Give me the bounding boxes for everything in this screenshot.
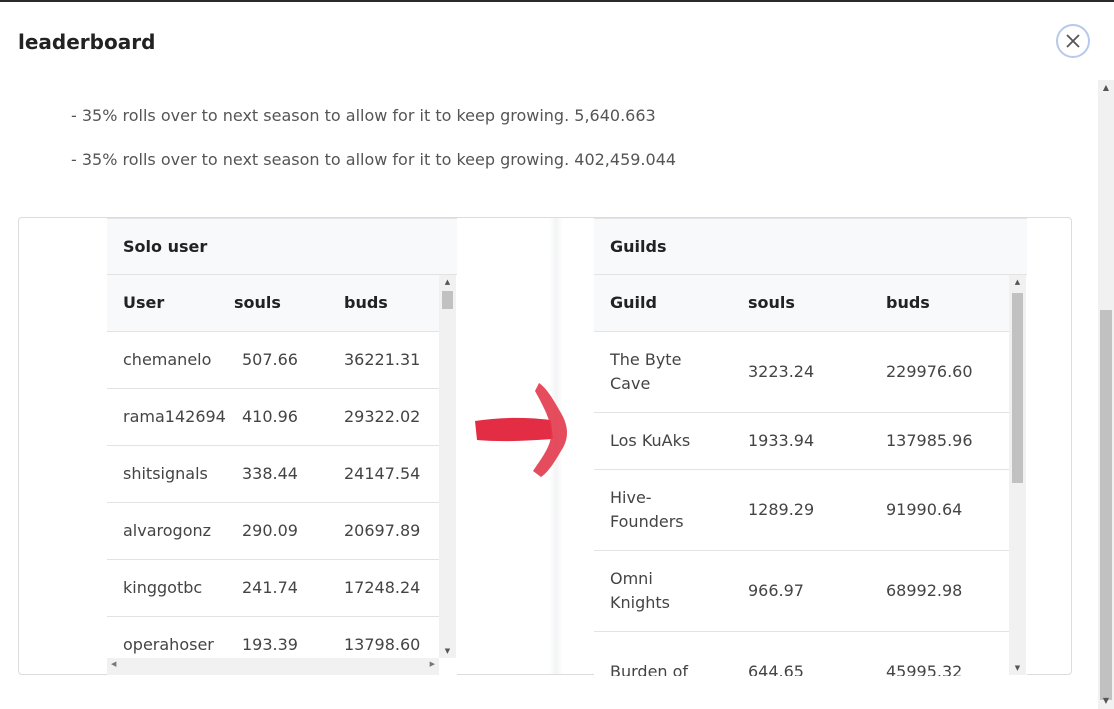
buds-cell: 17248.24 <box>344 578 421 597</box>
table-row: The Byte Cave 3223.24 229976.60 <box>594 332 1009 413</box>
table-row: Hive-Founders 1289.29 91990.64 <box>594 470 1009 551</box>
column-header-guild[interactable]: Guild <box>610 275 657 331</box>
column-header-souls[interactable]: souls <box>748 275 795 331</box>
souls-cell: 507.66 <box>242 350 298 369</box>
scroll-left-icon[interactable]: ◀ <box>111 660 116 668</box>
close-button[interactable] <box>1056 24 1090 58</box>
table-row: rama142694 410.96 29322.02 <box>107 389 439 446</box>
leaderboard-panel: Solo user User souls buds chemanelo 507.6… <box>18 217 1072 676</box>
table-row: kinggotbc 241.74 17248.24 <box>107 560 439 617</box>
buds-cell: 91990.64 <box>886 500 963 519</box>
page-scroll-up-icon[interactable]: ▲ <box>1098 80 1114 96</box>
solo-table-caption: Solo user <box>107 218 457 275</box>
page-scroll-thumb[interactable] <box>1100 310 1112 700</box>
name-cell: alvarogonz <box>123 521 212 540</box>
souls-cell: 644.65 <box>748 662 804 676</box>
table-row: Omni Knights 966.97 68992.98 <box>594 551 1009 632</box>
souls-cell: 290.09 <box>242 521 298 540</box>
table-row: shitsignals 338.44 24147.54 <box>107 446 439 503</box>
solo-table-header: User souls buds <box>107 275 439 332</box>
guilds-table: Guilds Guild souls buds The Byte Cave 322… <box>594 218 1027 676</box>
name-cell: Los KuAks <box>610 431 691 450</box>
souls-cell: 338.44 <box>242 464 298 483</box>
name-cell: Omni Knights <box>610 569 670 612</box>
guilds-table-vertical-scrollbar[interactable]: ▲ ▼ <box>1009 275 1026 675</box>
table-row: Burden of 644.65 45995.32 <box>594 632 1009 676</box>
page-scrollbar[interactable]: ▲ ▼ <box>1098 80 1114 709</box>
buds-cell: 24147.54 <box>344 464 421 483</box>
souls-cell: 1289.29 <box>748 500 815 519</box>
souls-cell: 1933.94 <box>748 431 815 450</box>
scroll-down-icon[interactable]: ▼ <box>439 644 456 658</box>
name-cell: rama142694 <box>123 407 226 426</box>
column-header-buds[interactable]: buds <box>344 275 388 331</box>
souls-cell: 410.96 <box>242 407 298 426</box>
souls-cell: 966.97 <box>748 581 804 600</box>
solo-table-vertical-scrollbar[interactable]: ▲ ▼ <box>439 275 456 658</box>
scroll-down-icon[interactable]: ▼ <box>1009 661 1026 675</box>
column-header-buds[interactable]: buds <box>886 275 930 331</box>
souls-cell: 3223.24 <box>748 362 815 381</box>
table-row: alvarogonz 290.09 20697.89 <box>107 503 439 560</box>
rollover-note-1: - 35% rolls over to next season to allow… <box>71 106 656 125</box>
scroll-right-icon[interactable]: ▶ <box>430 660 435 668</box>
name-cell: Hive-Founders <box>610 488 684 531</box>
name-cell: shitsignals <box>123 464 208 483</box>
souls-cell: 241.74 <box>242 578 298 597</box>
buds-cell: 229976.60 <box>886 362 973 381</box>
buds-cell: 45995.32 <box>886 662 963 676</box>
scroll-up-icon[interactable]: ▲ <box>439 275 456 289</box>
name-cell: kinggotbc <box>123 578 203 597</box>
solo-table-horizontal-scrollbar[interactable]: ◀ ▶ <box>107 658 439 675</box>
page-scroll-down-icon[interactable]: ▼ <box>1098 693 1114 709</box>
buds-cell: 36221.31 <box>344 350 421 369</box>
close-icon <box>1066 34 1080 48</box>
name-cell: The Byte Cave <box>610 350 682 393</box>
buds-cell: 137985.96 <box>886 431 973 450</box>
table-row: Los KuAks 1933.94 137985.96 <box>594 413 1009 470</box>
solo-scroll-thumb[interactable] <box>442 291 453 309</box>
buds-cell: 68992.98 <box>886 581 963 600</box>
guilds-table-header: Guild souls buds <box>594 275 1009 332</box>
buds-cell: 29322.02 <box>344 407 421 426</box>
modal-title: leaderboard <box>18 30 156 54</box>
rollover-note-2: - 35% rolls over to next season to allow… <box>71 150 677 169</box>
guilds-scroll-thumb[interactable] <box>1012 293 1023 483</box>
scroll-up-icon[interactable]: ▲ <box>1009 275 1026 289</box>
name-cell: chemanelo <box>123 350 212 369</box>
solo-user-table: Solo user User souls buds chemanelo 507.6… <box>107 218 457 676</box>
buds-cell: 20697.89 <box>344 521 421 540</box>
column-header-user[interactable]: User <box>123 275 164 331</box>
table-row: chemanelo 507.66 36221.31 <box>107 332 439 389</box>
red-arrow-right-icon <box>475 383 567 477</box>
column-header-souls[interactable]: souls <box>234 275 281 331</box>
guilds-table-caption: Guilds <box>594 218 1027 275</box>
name-cell: Burden of <box>610 662 689 676</box>
window-top-border <box>0 0 1114 2</box>
